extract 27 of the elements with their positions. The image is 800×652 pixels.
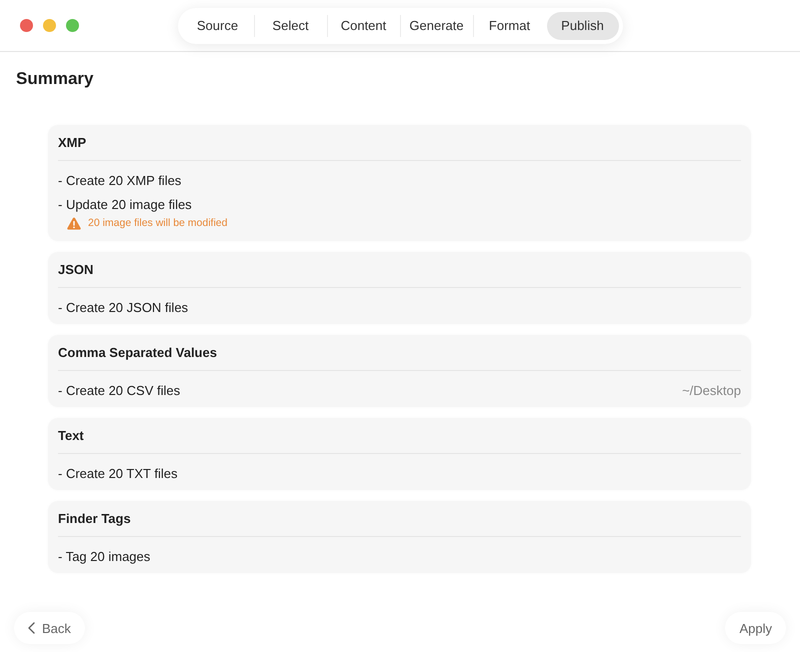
back-button[interactable]: Back: [14, 612, 85, 644]
chevron-left-icon: [28, 622, 35, 634]
page-heading: Summary: [16, 69, 94, 89]
section-title: Finder Tags: [58, 511, 131, 526]
toolbar-tab[interactable]: Source: [182, 12, 254, 40]
section-title: Text: [58, 428, 84, 443]
toolbar-tab[interactable]: Generate: [400, 12, 472, 40]
location-text: ~/Desktop: [682, 382, 741, 398]
warning-icon: [67, 216, 81, 230]
apply-button[interactable]: Apply: [725, 612, 786, 644]
action-text: - Create 20 XMP files: [58, 172, 182, 188]
toolbar-tab[interactable]: Content: [328, 12, 400, 40]
warning-text: 20 image files will be modified: [88, 217, 228, 229]
section-title: JSON: [58, 262, 94, 277]
section-title: Comma Separated Values: [58, 345, 217, 360]
action-text: - Create 20 CSV files: [58, 382, 180, 398]
toolbar-tab[interactable]: Format: [474, 12, 546, 40]
action-text: - Tag 20 images: [58, 548, 150, 564]
close-button[interactable]: [20, 19, 33, 32]
minimize-button[interactable]: [43, 19, 56, 32]
action-text: - Create 20 JSON files: [58, 300, 188, 314]
action-text: - Create 20 TXT files: [58, 466, 178, 480]
toolbar-tab[interactable]: Select: [254, 12, 326, 40]
action-text: - Update 20 image files: [58, 196, 192, 212]
zoom-button[interactable]: [66, 19, 79, 32]
section-title: XMP: [58, 135, 86, 150]
toolbar-tab[interactable]: Publish: [546, 12, 618, 40]
